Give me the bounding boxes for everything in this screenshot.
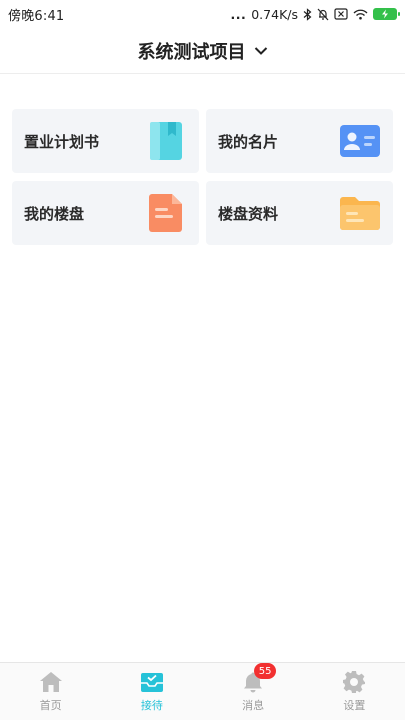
home-icon [38, 670, 64, 694]
message-count-badge: 55 [254, 663, 277, 679]
tab-reception[interactable]: 接待 [101, 663, 202, 720]
status-indicators: ... 0.74K/s [230, 6, 400, 22]
gear-icon [341, 670, 367, 694]
bell-icon: 55 [240, 663, 277, 694]
tab-label: 首页 [39, 699, 62, 712]
business-card-icon [339, 121, 381, 161]
mute-bell-icon [317, 8, 329, 21]
chevron-down-icon [254, 41, 268, 60]
tab-label: 消息 [242, 699, 265, 712]
battery-charging-icon [373, 8, 400, 20]
page-title: 系统测试项目 [137, 41, 246, 63]
status-bar: 傍晚6:41 ... 0.74K/s [0, 0, 405, 28]
sim-off-icon [334, 8, 348, 20]
menu-item-purchase-plan[interactable]: 置业计划书 [12, 109, 199, 173]
menu-grid: 置业计划书 我的名片 我的楼盘 楼盘资料 [12, 109, 393, 245]
menu-item-property-info[interactable]: 楼盘资料 [206, 181, 393, 245]
header: 系统测试项目 [0, 28, 405, 74]
menu-item-label: 置业计划书 [24, 132, 100, 151]
folder-icon [339, 193, 381, 233]
tab-settings[interactable]: 设置 [304, 663, 405, 720]
bottom-tab-bar: 首页 接待 55 消息 设置 [0, 662, 405, 720]
tab-home[interactable]: 首页 [0, 663, 101, 720]
bluetooth-icon [303, 7, 312, 21]
menu-item-my-properties[interactable]: 我的楼盘 [12, 181, 199, 245]
project-selector[interactable]: 系统测试项目 [138, 38, 268, 64]
status-more: ... [230, 6, 247, 22]
inbox-icon [139, 670, 165, 694]
document-icon [145, 193, 187, 233]
menu-item-label: 我的名片 [218, 132, 279, 151]
network-speed: 0.74K/s [251, 6, 298, 22]
tab-label: 接待 [140, 699, 163, 712]
wifi-icon [353, 9, 368, 20]
menu-item-business-card[interactable]: 我的名片 [206, 109, 393, 173]
menu-item-label: 楼盘资料 [218, 204, 279, 223]
book-icon [145, 121, 187, 161]
menu-item-label: 我的楼盘 [24, 204, 85, 223]
status-time: 傍晚6:41 [8, 8, 65, 24]
tab-messages[interactable]: 55 消息 [203, 663, 304, 720]
tab-label: 设置 [343, 699, 366, 712]
